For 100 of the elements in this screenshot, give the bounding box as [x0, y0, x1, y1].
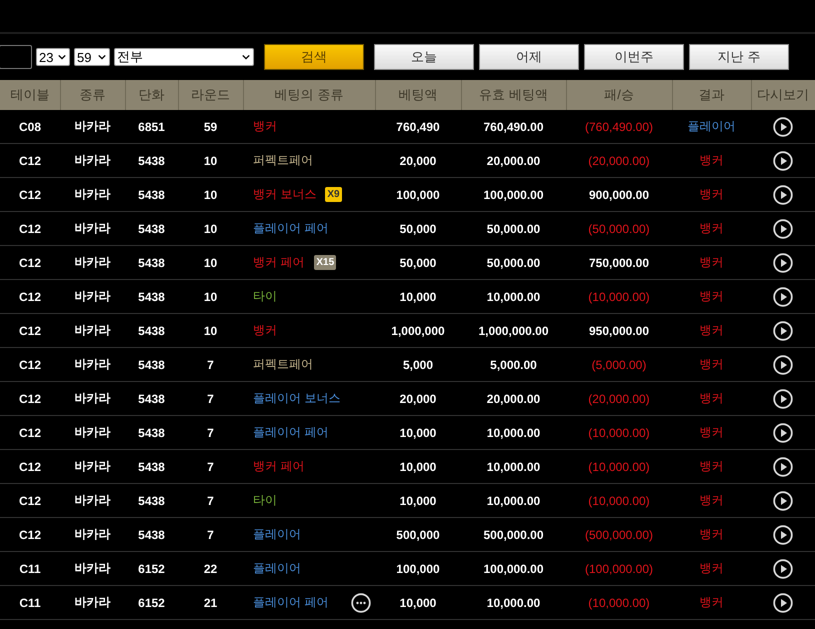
- table-cell: 바카라: [74, 527, 110, 541]
- table-cell: 22: [204, 562, 218, 576]
- play-icon[interactable]: [773, 558, 793, 578]
- play-icon[interactable]: [773, 286, 793, 306]
- table-cell: 바카라: [74, 289, 110, 303]
- more-icon[interactable]: [351, 592, 372, 612]
- hour-select[interactable]: 23: [36, 48, 70, 66]
- bet-type: 뱅커 보너스: [253, 186, 316, 203]
- play-icon[interactable]: [773, 422, 793, 442]
- table-cell: C12: [18, 358, 41, 372]
- table-cell: C12: [18, 222, 41, 236]
- play-icon[interactable]: [773, 252, 793, 272]
- table-cell: 바카라: [74, 595, 110, 609]
- play-icon[interactable]: [773, 456, 793, 476]
- column-header: 다시보기: [751, 80, 815, 110]
- caret-icon: [98, 54, 106, 60]
- play-icon[interactable]: [773, 388, 793, 408]
- result-cell: 뱅커: [700, 221, 724, 235]
- bet-type: 퍼펙트페어: [253, 152, 313, 169]
- profit-cell: (5,000.00): [592, 358, 646, 372]
- table-cell: 10,000: [400, 426, 436, 440]
- table-cell: C11: [19, 562, 41, 576]
- table-cell: 20,000.00: [486, 392, 540, 406]
- table-cell: 바카라: [74, 187, 110, 201]
- play-icon[interactable]: [773, 320, 793, 340]
- table-cell: C12: [18, 460, 41, 474]
- table-cell: C11: [19, 596, 41, 610]
- table-cell: 5438: [138, 528, 165, 542]
- table-cell: 100,000: [396, 188, 440, 202]
- table-cell: 5438: [138, 290, 165, 304]
- column-header: 테이블: [0, 80, 60, 110]
- table-cell: 10: [204, 290, 218, 304]
- bet-type: 플레이어 페어: [253, 424, 328, 441]
- multiplier-badge: X9: [325, 187, 342, 202]
- bet-type: 플레이어: [253, 560, 301, 577]
- profit-cell: (10,000.00): [588, 426, 650, 440]
- column-header: 유효 베팅액: [461, 80, 566, 110]
- table-cell: 10,000.00: [486, 426, 540, 440]
- table-cell: 5438: [138, 494, 165, 508]
- bet-type-select[interactable]: 전부: [114, 48, 254, 66]
- result-cell: 뱅커: [700, 391, 724, 405]
- bet-type: 뱅커: [253, 118, 277, 135]
- table-cell: 5438: [138, 256, 165, 270]
- table-cell: 21: [204, 596, 218, 610]
- table-cell: 100,000.00: [483, 188, 544, 202]
- table-cell: 10,000.00: [486, 596, 540, 610]
- bet-type: 뱅커 페어: [253, 254, 304, 271]
- profit-cell: (10,000.00): [588, 494, 650, 508]
- table-cell: 바카라: [74, 221, 110, 235]
- result-cell: 뱅커: [700, 289, 724, 303]
- play-icon[interactable]: [773, 184, 793, 204]
- table-cell: 바카라: [74, 561, 110, 575]
- table-cell: 바카라: [74, 357, 110, 371]
- column-header: 베팅의 종류: [243, 80, 375, 110]
- table-cell: 바카라: [74, 493, 110, 507]
- table-cell: C12: [18, 256, 41, 270]
- table-cell: 10,000.00: [486, 290, 540, 304]
- table-cell: 바카라: [74, 119, 110, 133]
- play-icon[interactable]: [773, 116, 793, 136]
- profit-cell: (10,000.00): [588, 460, 650, 474]
- date-range-button[interactable]: 지난 주: [689, 44, 789, 70]
- minute-select[interactable]: 59: [74, 48, 110, 66]
- date-field[interactable]: [0, 45, 32, 69]
- table-cell: 50,000.00: [486, 256, 540, 270]
- table-cell: C12: [18, 426, 41, 440]
- bet-type: 플레이어 페어: [253, 220, 328, 237]
- column-header: 결과: [672, 80, 751, 110]
- table-cell: 바카라: [74, 323, 110, 337]
- table-cell: 760,490: [396, 120, 440, 134]
- play-icon[interactable]: [773, 592, 793, 612]
- bet-type: 뱅커 페어: [253, 458, 304, 475]
- table-cell: 7: [207, 494, 214, 508]
- table-cell: C12: [18, 528, 41, 542]
- profit-cell: (760,490.00): [584, 120, 654, 134]
- table-cell: 100,000: [396, 562, 440, 576]
- table-cell: C12: [18, 392, 41, 406]
- table-cell: 10: [204, 222, 218, 236]
- result-cell: 뱅커: [700, 459, 724, 473]
- table-cell: 5438: [138, 154, 165, 168]
- profit-cell: (20,000.00): [588, 154, 650, 168]
- play-icon[interactable]: [773, 150, 793, 170]
- table-cell: 바카라: [74, 391, 110, 405]
- column-header: 종류: [60, 80, 125, 110]
- table-cell: 7: [207, 528, 214, 542]
- date-range-button[interactable]: 이번주: [584, 44, 684, 70]
- play-icon[interactable]: [773, 354, 793, 374]
- table-cell: 10: [204, 188, 218, 202]
- column-header: 라운드: [178, 80, 243, 110]
- table-cell: 10,000: [400, 494, 436, 508]
- play-icon[interactable]: [773, 524, 793, 544]
- table-cell: 10: [204, 256, 218, 270]
- play-icon[interactable]: [773, 218, 793, 238]
- search-button[interactable]: 검색: [264, 44, 364, 70]
- result-cell: 뱅커: [700, 323, 724, 337]
- table-cell: 5,000.00: [490, 358, 537, 372]
- play-icon[interactable]: [773, 490, 793, 510]
- table-cell: 5438: [138, 358, 165, 372]
- profit-cell: 900,000.00: [588, 188, 650, 202]
- date-range-button[interactable]: 오늘: [374, 44, 474, 70]
- date-range-button[interactable]: 어제: [479, 44, 579, 70]
